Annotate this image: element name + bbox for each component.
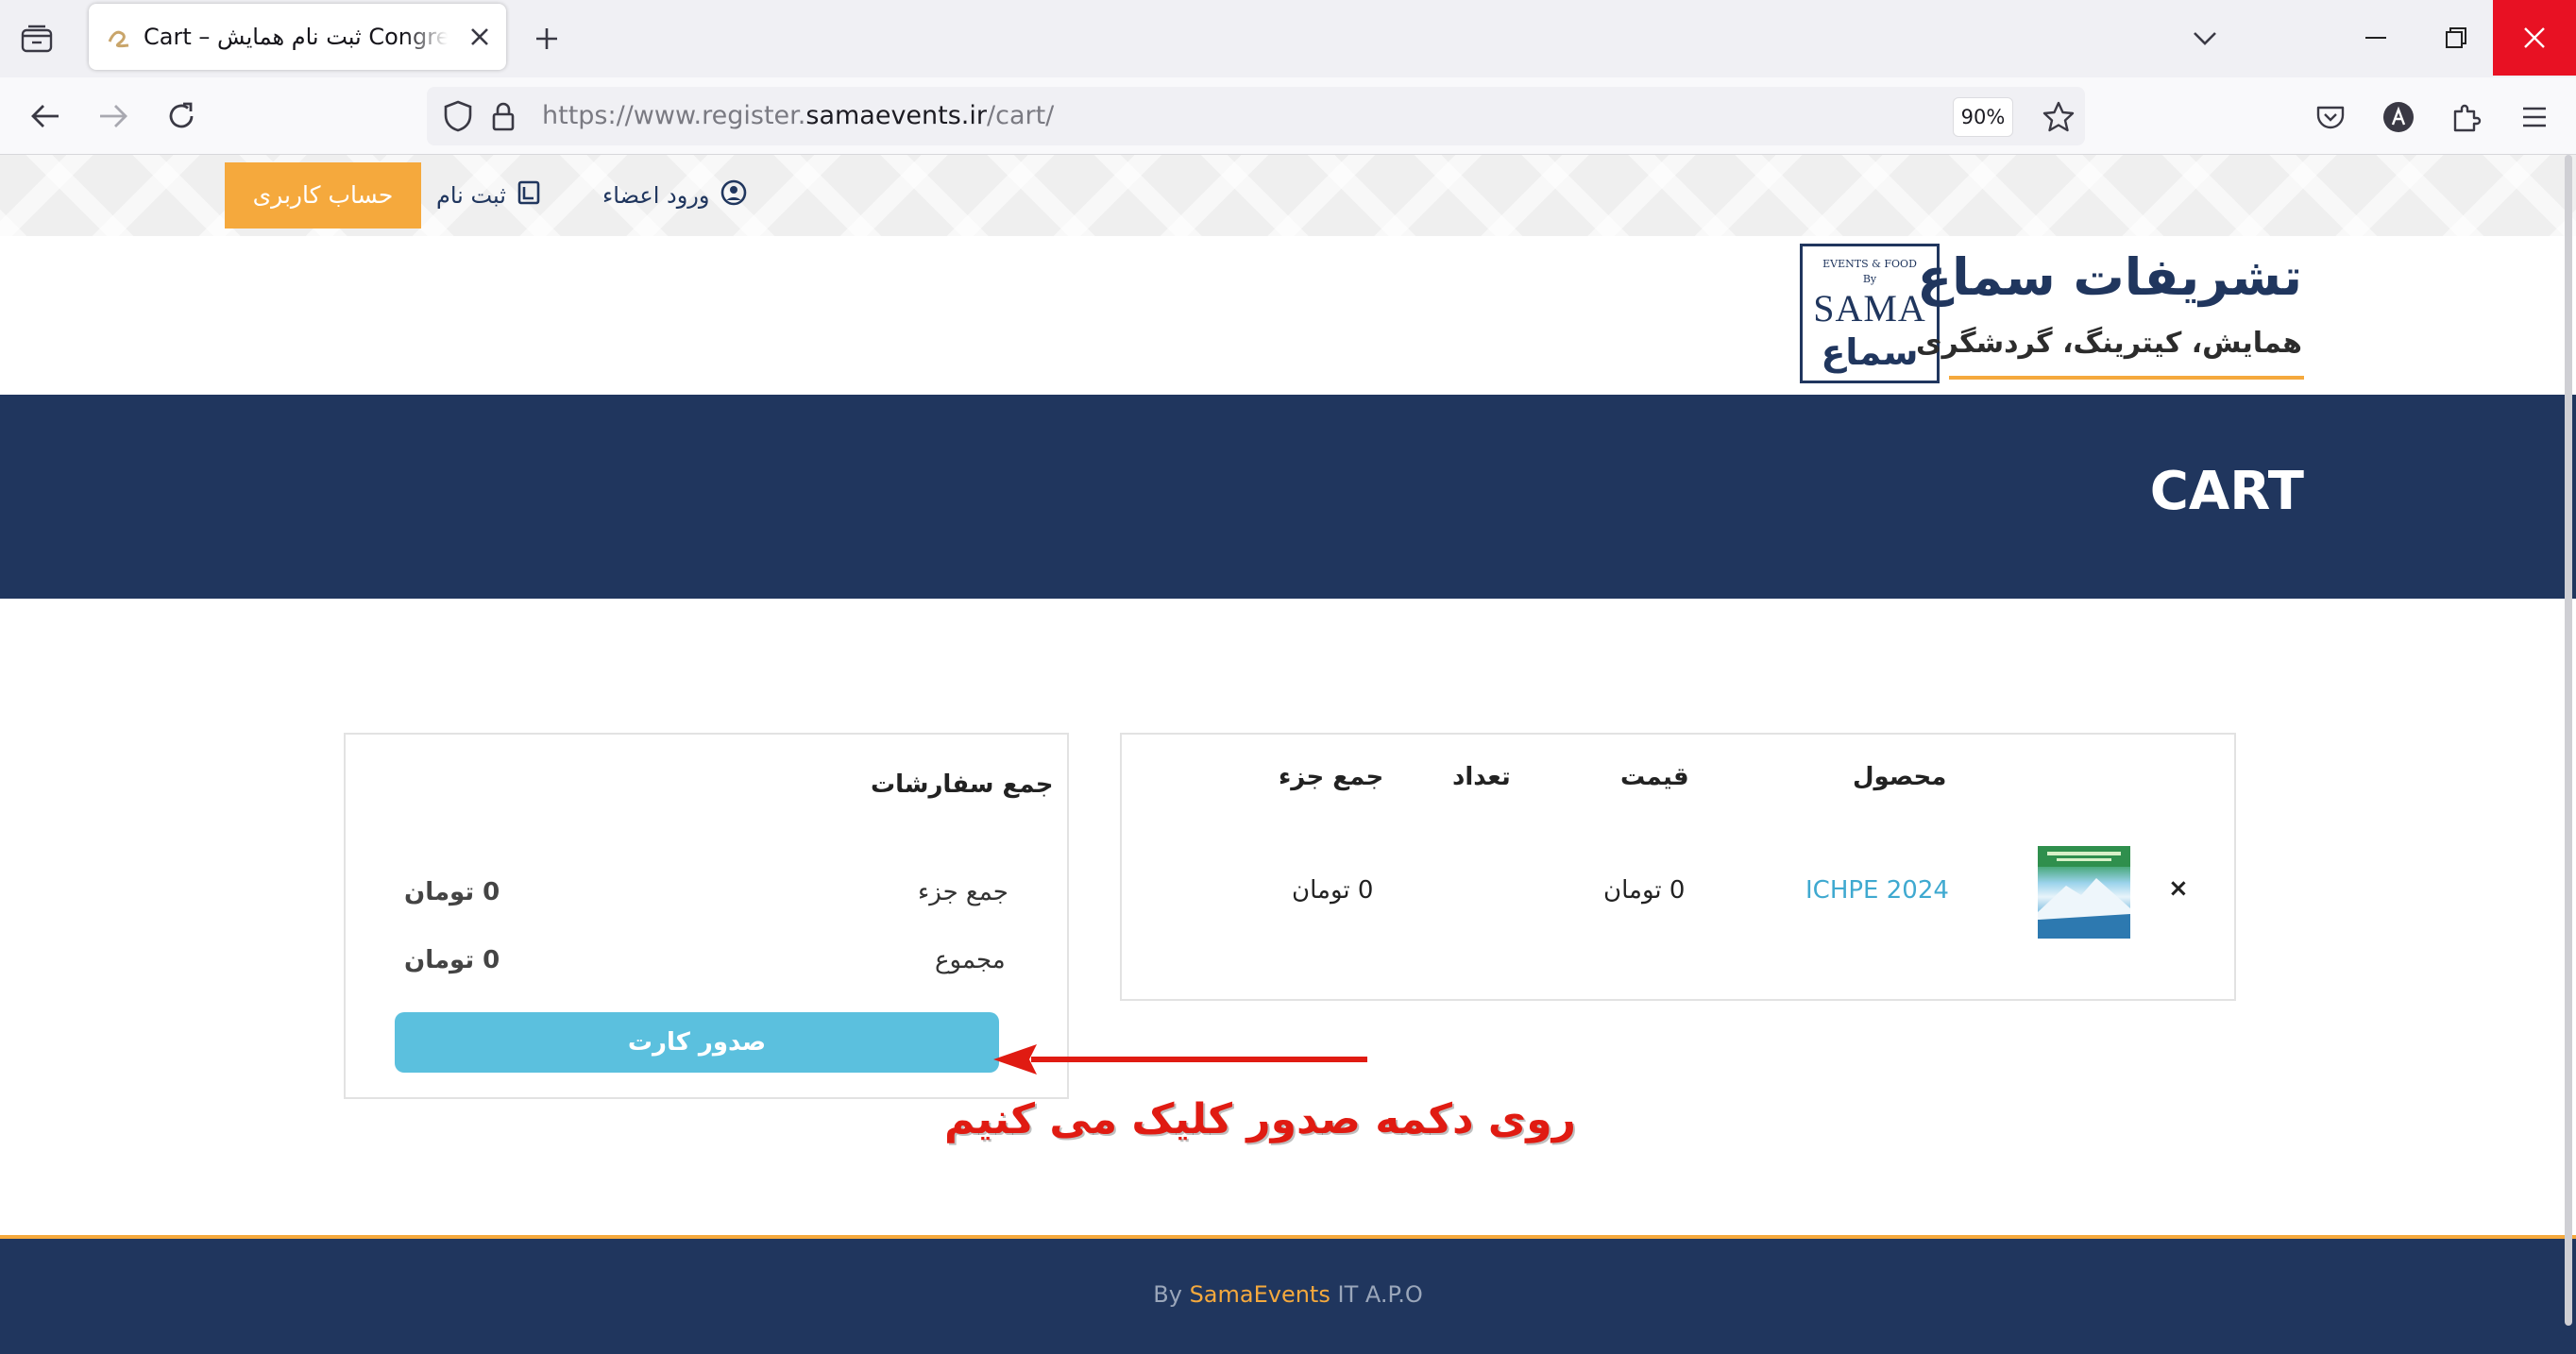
subtotal-value: 0 تومان [404, 878, 500, 906]
bookmark-star-icon[interactable] [2036, 94, 2081, 140]
order-total-label: مجموع [935, 946, 1006, 974]
footer-prefix: By [1153, 1281, 1182, 1308]
cart-totals-title: جمع سفارشات [871, 770, 1054, 799]
column-header-product: محصول [1853, 763, 1947, 791]
footer-brand-link[interactable]: SamaEvents [1190, 1281, 1330, 1308]
issue-card-button[interactable]: صدور کارت [395, 1012, 999, 1073]
order-total-value: 0 تومان [404, 946, 500, 974]
user-account-button[interactable]: حساب کاربری [225, 162, 421, 228]
tab-close-icon[interactable] [463, 20, 497, 54]
browser-tab-active[interactable]: Cart – ثبت نام همایش Congress [89, 4, 506, 70]
tab-list-icon[interactable] [13, 17, 60, 60]
new-tab-icon[interactable] [525, 17, 568, 60]
url-text[interactable]: https://www.register.samaevents.ir/cart/ [542, 87, 1054, 145]
remove-item-button[interactable]: × [2168, 874, 2189, 903]
footer-credit: By SamaEvents IT A.P.O [0, 1239, 2576, 1354]
register-link[interactable]: ثبت نام [436, 170, 540, 221]
url-path: /cart/ [987, 101, 1055, 130]
window-minimize-icon[interactable] [2332, 0, 2419, 76]
annotation-arrow [993, 1037, 1371, 1088]
window-restore-icon[interactable] [2419, 0, 2493, 76]
product-thumbnail-image[interactable] [2038, 846, 2130, 939]
extensions-puzzle-icon[interactable] [2444, 94, 2489, 140]
member-login-label: ورود اعضاء [602, 182, 710, 209]
url-scheme: https://www.register. [542, 101, 806, 130]
browser-tab-bar: Cart – ثبت نام همایش Congress [0, 0, 2576, 77]
product-name-link[interactable]: ICHPE 2024 [1805, 876, 1949, 905]
lock-icon[interactable] [485, 98, 521, 134]
column-header-price: قیمت [1620, 763, 1689, 791]
footer-suffix: IT A.P.O [1337, 1281, 1423, 1308]
logo-underline [1949, 376, 2304, 380]
user-circle-icon [720, 179, 747, 212]
pocket-icon[interactable] [2308, 94, 2353, 140]
logo-subtitle: همایش، کیترینگ، گردشگری [1916, 327, 2302, 360]
page-scrollbar[interactable] [2565, 155, 2572, 1326]
column-header-quantity: تعداد [1452, 763, 1511, 791]
app-menu-hamburger-icon[interactable] [2512, 94, 2557, 140]
member-login-link[interactable]: ورود اعضاء [602, 170, 747, 221]
url-bar[interactable]: https://www.register.samaevents.ir/cart/ [427, 87, 2085, 145]
register-form-icon [517, 180, 540, 211]
reload-icon[interactable] [155, 90, 208, 143]
list-all-tabs-chevron-icon[interactable] [2183, 17, 2227, 60]
item-price: 0 تومان [1603, 876, 1686, 905]
item-subtotal: 0 تومان [1292, 876, 1374, 905]
zoom-level-badge[interactable]: 90% [1953, 97, 2013, 137]
forward-arrow-icon[interactable] [87, 90, 140, 143]
logo-title: تشریفات سماع [1917, 247, 2302, 307]
window-close-icon[interactable] [2493, 0, 2576, 76]
register-link-label: ثبت نام [436, 182, 506, 209]
page-hero-banner: CART [0, 395, 2576, 599]
url-host: samaevents.ir [805, 101, 987, 130]
tab-title: Cart – ثبت نام همایش Congress [144, 24, 448, 50]
site-footer: By SamaEvents IT A.P.O [0, 1235, 2576, 1354]
back-arrow-icon[interactable] [19, 90, 72, 143]
column-header-subtotal: جمع جزء [1279, 763, 1384, 791]
site-favicon-icon [106, 25, 132, 49]
shield-icon[interactable] [440, 98, 476, 134]
subtotal-label: جمع جزء [918, 878, 1008, 906]
account-avatar-icon[interactable] [2376, 94, 2421, 140]
page-title: CART [2149, 461, 2304, 522]
annotation-instruction-text: روی دکمه صدور کلیک می کنیم [944, 1095, 1576, 1143]
site-logo[interactable]: EVENTS & FOOD By SAMA سماع تشریفات سماع … [1798, 244, 2304, 387]
